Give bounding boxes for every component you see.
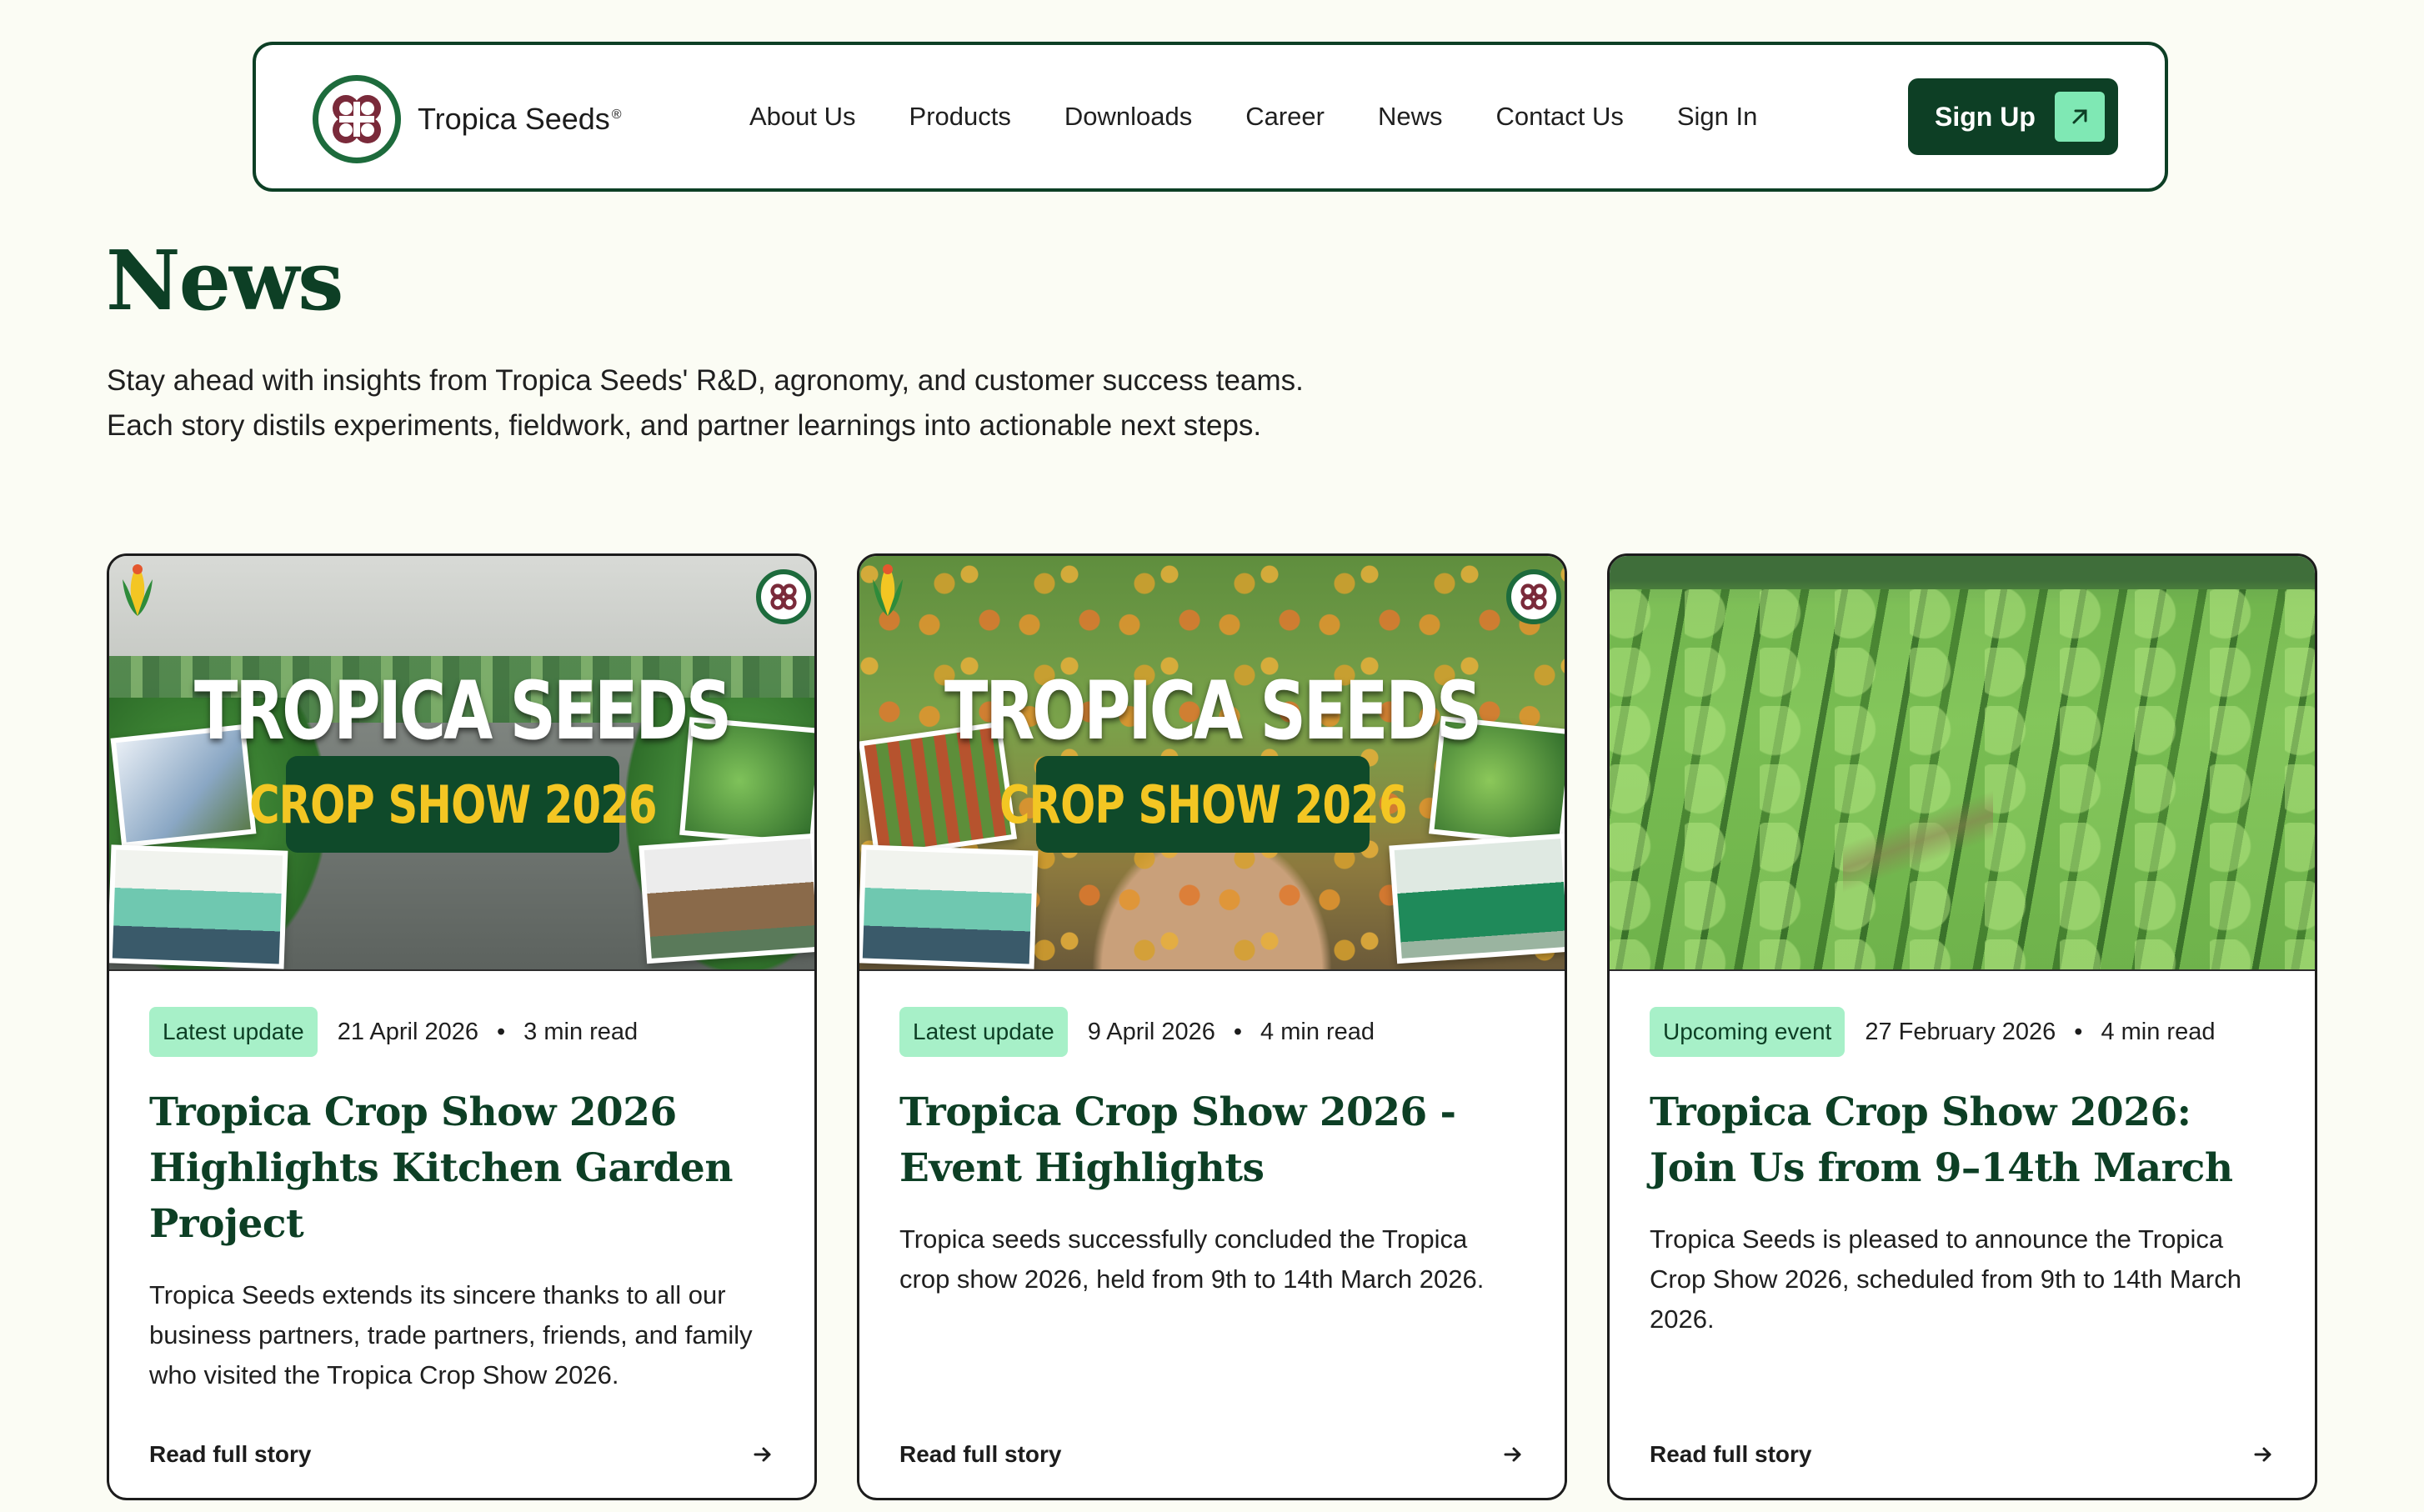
read-time: 4 min read bbox=[2101, 1018, 2216, 1045]
news-card-title[interactable]: Tropica Crop Show 2026 Highlights Kitche… bbox=[149, 1084, 774, 1252]
news-card-description: Tropica Seeds extends its sincere thanks… bbox=[149, 1280, 753, 1389]
intro-line-2: Each story distils experiments, fieldwor… bbox=[107, 409, 1262, 442]
news-card-image[interactable]: TROPICA SEEDS CROP SHOW 2026 bbox=[109, 556, 814, 971]
corn-logo-icon bbox=[123, 564, 153, 616]
read-full-story-link[interactable]: Read full story bbox=[149, 1441, 774, 1468]
news-card-body: Upcoming event 27 February 2026 • 4 min … bbox=[1650, 1006, 2275, 1498]
news-card-image[interactable]: TROPICA SEEDS CROP SHOW 2026 bbox=[859, 556, 1565, 971]
poster-subtitle: CROP SHOW 2026 bbox=[248, 774, 657, 835]
poster-title: TROPICA SEEDS bbox=[194, 664, 732, 758]
news-card-description: Tropica Seeds is pleased to announce the… bbox=[1650, 1224, 2241, 1334]
category-badge: Latest update bbox=[899, 1007, 1068, 1057]
poster-title: TROPICA SEEDS bbox=[944, 664, 1482, 758]
photo-booth bbox=[1389, 833, 1565, 964]
poster-subtitle-box: CROP SHOW 2026 bbox=[999, 756, 1407, 853]
photo-group bbox=[859, 844, 1039, 969]
nav-links: About Us Products Downloads Career News … bbox=[749, 45, 1810, 188]
nav-link-career[interactable]: Career bbox=[1245, 102, 1325, 132]
news-card-body: Latest update 21 April 2026 • 3 min read… bbox=[149, 1006, 774, 1498]
tropica-badge-icon bbox=[756, 569, 811, 624]
arrow-right-icon bbox=[2254, 1447, 2271, 1462]
page-intro: Stay ahead with insights from Tropica Se… bbox=[107, 358, 1304, 448]
read-full-story-label: Read full story bbox=[1650, 1441, 1812, 1467]
publish-date: 27 February 2026 bbox=[1865, 1018, 2056, 1045]
photo-group bbox=[109, 844, 288, 969]
photo-visitors bbox=[639, 833, 814, 964]
nav-link-contact-us[interactable]: Contact Us bbox=[1496, 102, 1624, 132]
page-title: News bbox=[106, 233, 343, 329]
sign-up-button[interactable]: Sign Up bbox=[1908, 78, 2118, 155]
meta-separator: • bbox=[2074, 1018, 2083, 1045]
category-badge: Latest update bbox=[149, 1007, 318, 1057]
news-card-2[interactable]: TROPICA SEEDS CROP SHOW 2026 Latest upda… bbox=[857, 553, 1567, 1500]
news-card-image[interactable] bbox=[1610, 556, 2315, 971]
intro-line-1: Stay ahead with insights from Tropica Se… bbox=[107, 364, 1304, 397]
category-badge: Upcoming event bbox=[1650, 1007, 1846, 1057]
news-card-meta: Upcoming event 27 February 2026 • 4 min … bbox=[1650, 1006, 2275, 1058]
news-card-title[interactable]: Tropica Crop Show 2026: Join Us from 9–1… bbox=[1650, 1084, 2275, 1196]
poster-subtitle-box: CROP SHOW 2026 bbox=[249, 756, 657, 853]
arrow-up-right-icon bbox=[2055, 92, 2105, 142]
news-card-1[interactable]: TROPICA SEEDS CROP SHOW 2026 Latest upda… bbox=[107, 553, 817, 1500]
arrow-right-icon bbox=[1504, 1447, 1521, 1462]
brand-name: Tropica Seeds ® bbox=[418, 102, 622, 136]
read-full-story-link[interactable]: Read full story bbox=[899, 1441, 1525, 1468]
tropica-logo-icon bbox=[313, 75, 401, 163]
arrow-right-icon bbox=[754, 1447, 771, 1462]
sign-up-label: Sign Up bbox=[1935, 101, 2036, 132]
nav-link-sign-in[interactable]: Sign In bbox=[1677, 102, 1758, 132]
meta-separator: • bbox=[1233, 1018, 1243, 1045]
meta-separator: • bbox=[497, 1018, 506, 1045]
news-card-3[interactable]: Upcoming event 27 February 2026 • 4 min … bbox=[1607, 553, 2317, 1500]
read-full-story-label: Read full story bbox=[899, 1441, 1062, 1467]
news-card-description: Tropica seeds successfully concluded the… bbox=[899, 1224, 1485, 1294]
read-time: 4 min read bbox=[1260, 1018, 1375, 1045]
news-card-body: Latest update 9 April 2026 • 4 min read … bbox=[899, 1006, 1525, 1498]
news-card-meta: Latest update 21 April 2026 • 3 min read bbox=[149, 1006, 774, 1058]
tropica-badge-icon bbox=[1506, 569, 1561, 624]
nav-link-news[interactable]: News bbox=[1378, 102, 1443, 132]
read-full-story-link[interactable]: Read full story bbox=[1650, 1441, 2275, 1468]
corn-logo-icon bbox=[873, 564, 903, 616]
read-time: 3 min read bbox=[523, 1018, 639, 1045]
publish-date: 9 April 2026 bbox=[1087, 1018, 1215, 1045]
brand-logo-link[interactable]: Tropica Seeds ® bbox=[313, 75, 622, 163]
news-card-meta: Latest update 9 April 2026 • 4 min read bbox=[899, 1006, 1525, 1058]
nav-link-about-us[interactable]: About Us bbox=[749, 102, 856, 132]
poster-subtitle: CROP SHOW 2026 bbox=[999, 774, 1407, 835]
nav-link-downloads[interactable]: Downloads bbox=[1064, 102, 1192, 132]
news-card-title[interactable]: Tropica Crop Show 2026 - Event Highlight… bbox=[899, 1084, 1525, 1196]
read-full-story-label: Read full story bbox=[149, 1441, 312, 1467]
nav-link-products[interactable]: Products bbox=[909, 102, 1011, 132]
publish-date: 21 April 2026 bbox=[337, 1018, 479, 1045]
top-navigation: Tropica Seeds ® About Us Products Downloa… bbox=[253, 42, 2168, 192]
